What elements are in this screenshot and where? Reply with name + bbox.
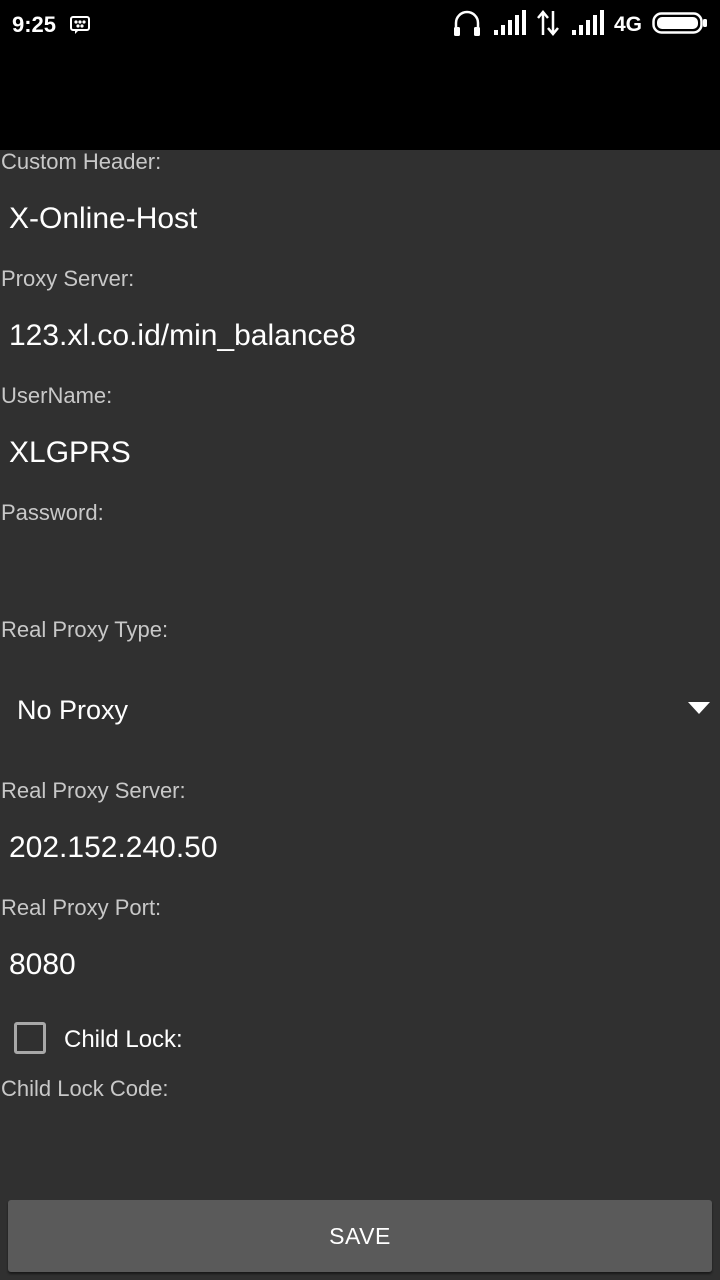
username-label: UserName: [1,383,113,408]
real-proxy-port-value: 8080 [9,948,76,981]
custom-header-input[interactable]: X-Online-Host [0,190,720,250]
real-proxy-type-selected: No Proxy [17,695,129,725]
dropdown-arrow-icon [688,702,710,721]
child-lock-checkbox[interactable] [14,1022,46,1054]
password-label: Password: [1,500,104,525]
real-proxy-server-value: 202.152.240.50 [9,831,218,864]
real-proxy-server-label: Real Proxy Server: [1,778,186,803]
custom-header-value: X-Online-Host [9,202,198,235]
headset-icon [452,9,482,42]
proxy-server-label: Proxy Server: [1,266,135,291]
username-value: XLGPRS [9,436,131,469]
status-bar: 9:25 4G [0,0,720,150]
password-input[interactable] [0,541,720,601]
child-lock-code-label: Child Lock Code: [1,1076,169,1101]
child-lock-code-input[interactable] [0,1117,720,1177]
battery-icon [652,11,708,40]
bbm-notification-icon [70,16,90,39]
save-button[interactable]: SAVE [8,1200,712,1272]
signal-icon [570,9,604,41]
child-lock-label[interactable]: Child Lock: [64,1026,183,1054]
status-time: 9:25 [12,12,57,37]
real-proxy-port-label: Real Proxy Port: [1,895,162,920]
signal-icon [492,9,526,41]
real-proxy-type-label: Real Proxy Type: [1,617,169,642]
network-type: 4G [613,13,642,36]
username-input[interactable]: XLGPRS [0,424,720,484]
proxy-server-value: 123.xl.co.id/min_balance8 [9,319,356,352]
real-proxy-server-input[interactable]: 202.152.240.50 [0,819,720,879]
real-proxy-port-input[interactable]: 8080 [0,936,720,996]
real-proxy-type-dropdown[interactable]: No Proxy [0,676,720,746]
proxy-server-input[interactable]: 123.xl.co.id/min_balance8 [0,307,720,367]
data-transfer-icon [536,9,560,42]
custom-header-label: Custom Header: [1,149,162,174]
